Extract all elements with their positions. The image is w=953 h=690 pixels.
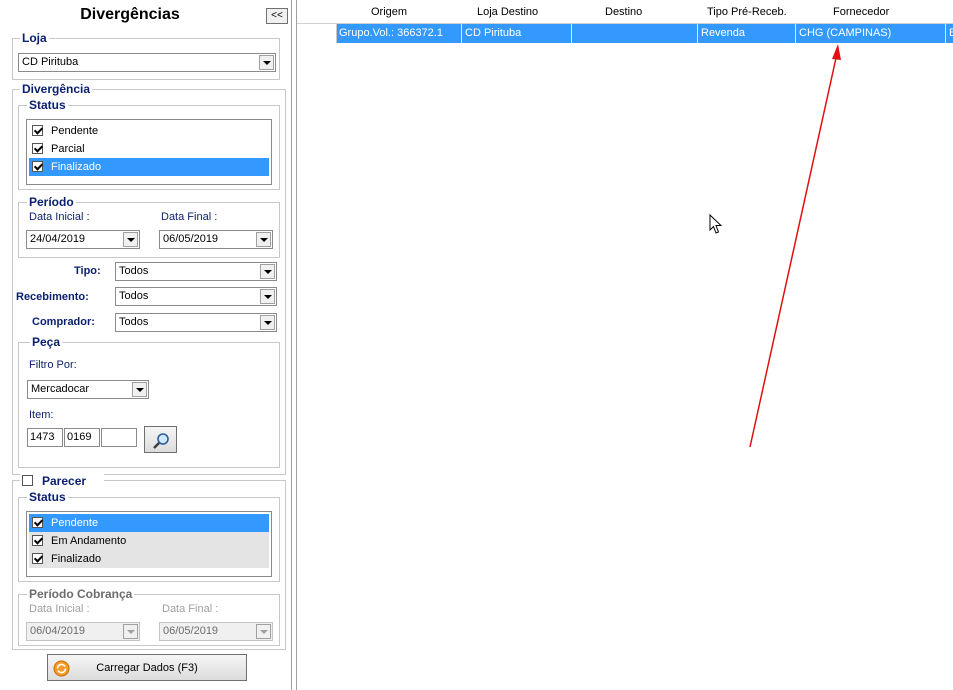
mouse-cursor-icon — [709, 214, 723, 234]
annotation-arrow — [749, 44, 841, 448]
